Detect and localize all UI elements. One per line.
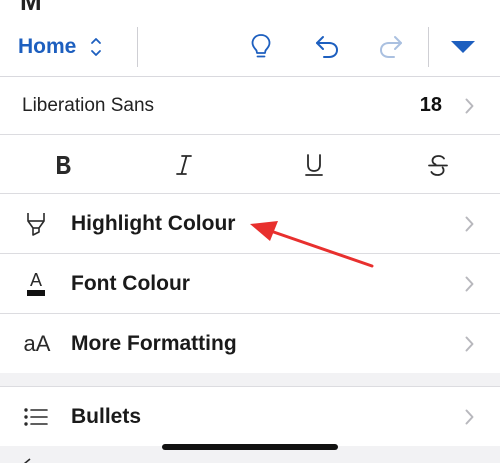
updown-chevron-icon <box>90 35 102 59</box>
font-colour-glyph: A <box>30 270 42 290</box>
home-indicator[interactable] <box>162 444 338 450</box>
ribbon-tab-selector[interactable]: Home <box>18 28 102 66</box>
strikethrough-button[interactable] <box>420 147 456 183</box>
dropdown-triangle-icon[interactable] <box>446 30 480 64</box>
strikethrough-icon <box>428 155 448 176</box>
document-text-fragment: M <box>0 0 500 18</box>
bold-icon <box>57 156 71 174</box>
chevron-right-icon <box>465 216 474 232</box>
text-size-icon: aA <box>20 329 54 359</box>
underline-icon <box>305 154 323 176</box>
chevron-right-icon <box>465 276 474 292</box>
menu-item-label: Font Colour <box>71 272 190 295</box>
chevron-right-icon <box>465 98 474 114</box>
menu-item-more-formatting[interactable]: aA More Formatting <box>0 314 500 373</box>
undo-icon[interactable] <box>310 30 344 64</box>
chevron-right-icon <box>465 336 474 352</box>
menu-item-highlight-colour[interactable]: Highlight Colour <box>0 194 500 254</box>
menu-item-font-colour[interactable]: A Font Colour <box>0 254 500 314</box>
toolbar-divider <box>137 27 138 67</box>
font-size: 18 <box>419 94 442 116</box>
toolbar-divider <box>428 27 429 67</box>
bold-button[interactable] <box>45 147 81 183</box>
format-buttons-row <box>0 135 500 194</box>
italic-button[interactable] <box>166 147 202 183</box>
font-name: Liberation Sans <box>22 95 155 116</box>
next-item-partial-icon <box>22 456 32 463</box>
font-colour-icon: A <box>22 269 50 299</box>
bullet-list-icon <box>22 402 50 432</box>
highlighter-icon <box>22 209 50 239</box>
menu-item-bullets[interactable]: Bullets <box>0 386 500 446</box>
ribbon-toolbar: Home <box>0 18 500 77</box>
underline-button[interactable] <box>296 147 332 183</box>
font-row[interactable]: Liberation Sans 18 <box>0 77 500 135</box>
chevron-right-icon <box>465 409 474 425</box>
italic-icon <box>176 155 192 175</box>
lightbulb-icon[interactable] <box>244 30 278 64</box>
home-tab-label: Home <box>18 35 77 58</box>
menu-item-label: Highlight Colour <box>71 212 236 235</box>
menu-item-label: More Formatting <box>71 332 237 355</box>
menu-item-label: Bullets <box>71 405 142 428</box>
text-size-glyph: aA <box>23 330 51 356</box>
redo-icon[interactable] <box>374 30 408 64</box>
